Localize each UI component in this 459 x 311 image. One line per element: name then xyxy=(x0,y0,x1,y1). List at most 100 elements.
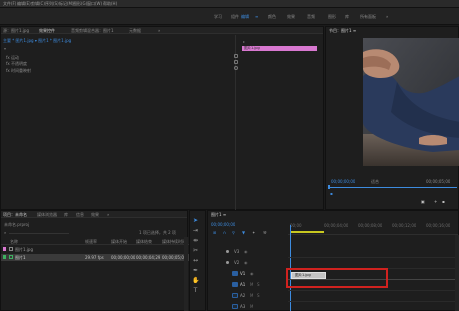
workspace-libraries[interactable]: 库 xyxy=(345,14,349,19)
type-tool-icon[interactable]: T xyxy=(192,287,199,294)
reset-icon[interactable] xyxy=(234,66,238,70)
panel-menu-icon[interactable]: » xyxy=(158,28,160,33)
project-search-icon[interactable]: ⌕ xyxy=(4,230,6,235)
track-select-tool-icon[interactable]: ⇥ xyxy=(192,227,199,234)
project-scrollbar[interactable] xyxy=(184,237,188,311)
effect-controls-panel: 源：图片1.jpg 效果控件 音频剪辑混合器：图片1 元数据 » 主要 * 图片… xyxy=(0,26,324,211)
menu-help[interactable]: 帮助(H) xyxy=(103,1,117,6)
solo-icon[interactable]: S xyxy=(257,282,260,287)
sequence-icon xyxy=(9,255,13,259)
track-label[interactable]: A1 xyxy=(240,282,245,287)
track-toggle-icon[interactable]: ◉ xyxy=(244,249,248,254)
track-toggle-icon[interactable]: ◉ xyxy=(250,271,254,276)
tab-project[interactable]: 项目：未命名 xyxy=(3,212,27,217)
column-media-end[interactable]: 媒体结束 xyxy=(136,239,152,244)
timeline-tab[interactable]: 图片1 ≡ xyxy=(211,212,226,217)
tab-media-browser[interactable]: 媒体浏览器 xyxy=(37,212,57,217)
snap-icon[interactable]: ∩ xyxy=(223,230,226,235)
track-header-v1: V1 ◉ xyxy=(224,269,288,279)
track-label[interactable]: V2 xyxy=(234,260,239,265)
tab-effects[interactable]: 效果 xyxy=(91,212,99,217)
project-row[interactable]: 图片1.jpg xyxy=(1,246,189,253)
wrench-icon[interactable]: ⚒ xyxy=(263,230,267,235)
workspace-audio[interactable]: 音频 xyxy=(307,14,315,19)
tab-source[interactable]: 源：图片1.jpg xyxy=(3,28,29,33)
menu-window[interactable]: 窗口(W) xyxy=(87,1,102,6)
mute-icon[interactable]: M xyxy=(250,304,253,309)
workspace-editing[interactable]: 编辑 xyxy=(241,14,249,19)
workspace-graphics[interactable]: 图形 xyxy=(328,14,336,19)
pen-tool-icon[interactable]: ✒ xyxy=(192,267,199,274)
tab-libraries[interactable]: 库 xyxy=(64,212,68,217)
timeline-timecode[interactable]: 00;00;00;00 xyxy=(211,222,235,227)
project-tabstrip: 项目：未命名 媒体浏览器 库 信息 效果 » xyxy=(1,211,187,218)
program-monitor-title[interactable]: 节目：图片1 ≡ xyxy=(329,28,356,33)
more-tabs-icon[interactable]: » xyxy=(107,212,109,217)
effect-row-time-remap[interactable]: fx 时间重映射 xyxy=(6,68,31,73)
track-label[interactable]: A2 xyxy=(240,293,245,298)
solo-icon[interactable]: S xyxy=(257,293,260,298)
source-patch-a3[interactable] xyxy=(232,304,238,309)
project-search-input[interactable] xyxy=(9,229,69,234)
workspace-all-panels[interactable]: 所有面板 xyxy=(360,14,376,19)
track-label[interactable]: V3 xyxy=(234,249,239,254)
column-media-duration[interactable]: 媒体持续时间 xyxy=(162,239,186,244)
program-fit-dropdown[interactable]: 适合 xyxy=(371,179,379,184)
workspace-color[interactable]: 颜色 xyxy=(268,14,276,19)
column-media-start[interactable]: 媒体开始 xyxy=(111,239,127,244)
more-workspaces-icon[interactable]: » xyxy=(386,14,388,19)
razor-tool-icon[interactable]: ✂ xyxy=(192,247,199,254)
tab-info[interactable]: 信息 xyxy=(76,212,84,217)
track-toggle-icon[interactable]: ◉ xyxy=(244,260,248,265)
timeline-scrollbar[interactable] xyxy=(455,235,459,311)
timeline-settings-icon[interactable]: ✦ xyxy=(252,230,255,235)
tab-audio-clip-mixer[interactable]: 音频剪辑混合器：图片1 xyxy=(71,28,114,33)
menu-sequence[interactable]: 序列(S) xyxy=(45,1,59,6)
button-editor-icon[interactable]: ▪ xyxy=(442,199,445,204)
track-header-v2: V2 ◉ xyxy=(224,258,288,268)
mute-icon[interactable]: M xyxy=(250,282,253,287)
effect-controls-header[interactable]: 主要 * 图片1.jpg ▾ 图片1 * 图片1.jpg xyxy=(3,38,113,43)
workspace-effects[interactable]: 效果 xyxy=(287,14,295,19)
slip-tool-icon[interactable]: ↔ xyxy=(192,257,199,264)
workspace-learn[interactable]: 学习 xyxy=(214,14,222,19)
linked-selection-icon[interactable]: ⚲ xyxy=(232,230,235,235)
effect-clip-bar[interactable]: 图片1.jpg xyxy=(242,46,317,51)
effect-row-opacity[interactable]: fx 不透明度 xyxy=(6,61,27,66)
column-frame-rate[interactable]: 帧速率 xyxy=(85,239,97,244)
effect-row-motion[interactable]: fx 运动 xyxy=(6,55,19,60)
program-playhead[interactable] xyxy=(328,185,330,189)
program-timecode[interactable]: 00;00;00;00 xyxy=(331,179,355,184)
work-area-bar[interactable] xyxy=(290,231,324,233)
ripple-edit-tool-icon[interactable]: ⇹ xyxy=(192,237,199,244)
source-patch-v1[interactable] xyxy=(232,271,238,276)
menu-file[interactable]: 文件(F) xyxy=(3,1,16,6)
hand-tool-icon[interactable]: ✋ xyxy=(192,277,199,284)
add-button-icon[interactable]: + xyxy=(434,199,437,204)
nav-down-icon[interactable] xyxy=(234,60,238,64)
timeline-ruler[interactable]: 00;00 00;00;04;00 00;00;08;00 00;00;12;0… xyxy=(288,221,458,235)
menu-clip[interactable]: 剪辑(C) xyxy=(31,1,45,6)
workspace-assembly[interactable]: 组件 xyxy=(231,14,239,19)
track-label[interactable]: A3 xyxy=(240,304,245,309)
track-header-a3: A3 M xyxy=(224,302,288,311)
workspace-menu-icon[interactable]: ≡ xyxy=(255,14,258,19)
insert-sequence-icon[interactable]: ⊞ xyxy=(213,230,216,235)
menu-edit[interactable]: 编辑(E) xyxy=(17,1,31,6)
add-marker-icon[interactable]: ▼ xyxy=(242,230,245,235)
track-label[interactable]: V1 xyxy=(240,271,245,276)
mute-icon[interactable]: M xyxy=(250,293,253,298)
source-patch-a1[interactable] xyxy=(232,282,238,287)
program-scrub-bar[interactable] xyxy=(329,187,457,188)
nav-up-icon[interactable] xyxy=(234,54,238,58)
selection-tool-icon[interactable]: ➤ xyxy=(192,217,199,224)
menu-marker[interactable]: 标记(M) xyxy=(59,1,74,6)
export-frame-icon[interactable]: ▣ xyxy=(421,199,425,204)
project-panel: 项目：未命名 媒体浏览器 库 信息 效果 » 未命名.prproj ⌕ 1 项已… xyxy=(0,210,189,311)
column-name[interactable]: 名称 xyxy=(10,239,18,244)
source-patch-a2[interactable] xyxy=(232,293,238,298)
tab-effect-controls[interactable]: 效果控件 xyxy=(39,28,55,33)
menu-graphics[interactable]: 图形(G) xyxy=(73,1,87,6)
tab-metadata[interactable]: 元数据 xyxy=(129,28,141,33)
project-row[interactable]: 图片1 29.97 fps 00;00;00;00 00;00;04;29 00… xyxy=(1,254,189,261)
